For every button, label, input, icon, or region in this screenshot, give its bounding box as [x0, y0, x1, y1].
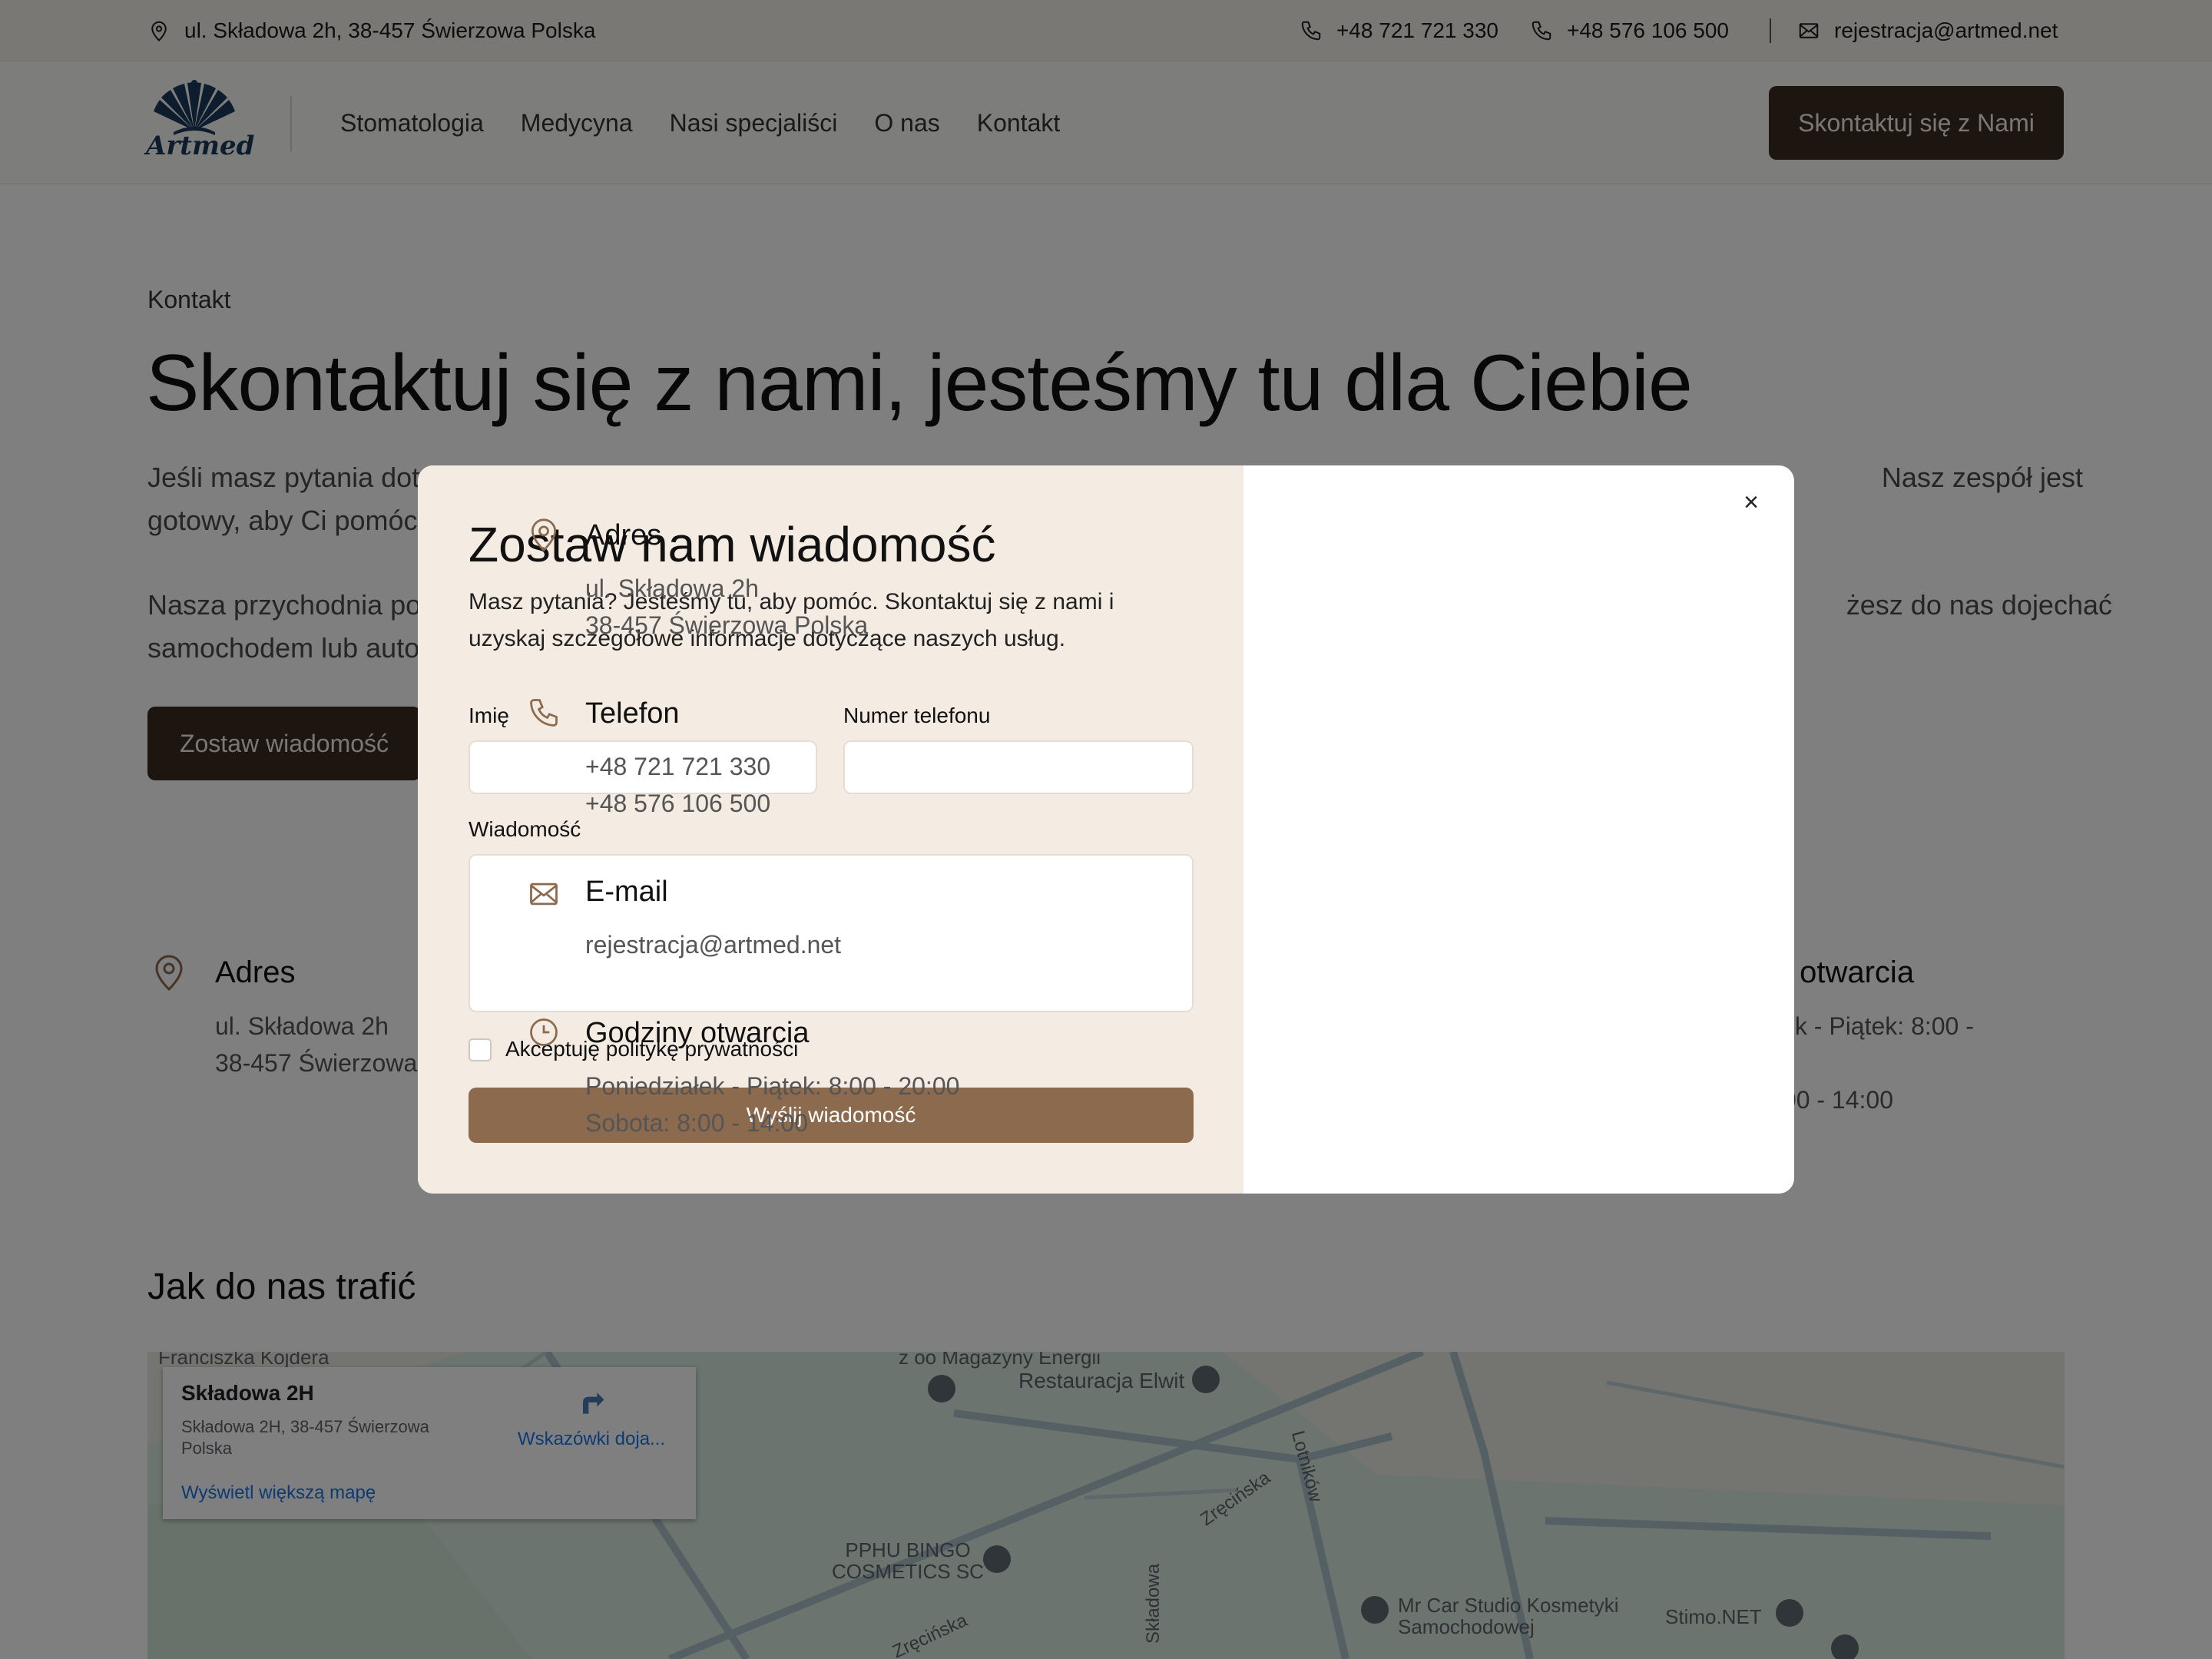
close-icon[interactable]: ×	[1739, 488, 1763, 517]
modal-phone1[interactable]: +48 721 721 330	[585, 748, 770, 785]
modal-address-text: ul. Składowa 2h 38-457 Świerzowa Polska	[585, 570, 868, 644]
modal-phone2[interactable]: +48 576 106 500	[585, 785, 770, 822]
modal-hours-heading: Godziny otwarcia	[585, 1017, 810, 1049]
modal-address-line2: 38-457 Świerzowa Polska	[585, 611, 869, 639]
modal-email[interactable]: rejestracja@artmed.net	[585, 926, 841, 963]
contact-modal: Zostaw nam wiadomość Masz pytania? Jeste…	[418, 465, 1794, 1194]
message-label: Wiadomość	[469, 817, 581, 841]
modal-hours-text: Poniedziałek - Piątek: 8:00 - 20:00 Sobo…	[585, 1068, 959, 1141]
clock-icon	[530, 1018, 558, 1046]
mail-icon	[530, 882, 558, 906]
name-label: Imię	[469, 704, 509, 727]
modal-hours-line1: Poniedziałek - Piątek: 8:00 - 20:00	[585, 1072, 960, 1100]
phone-label: Numer telefonu	[843, 704, 991, 727]
map-pin-icon	[531, 518, 557, 552]
modal-email-heading: E-mail	[585, 876, 668, 908]
modal-phone-heading: Telefon	[585, 697, 680, 730]
modal-address-heading: Adres	[585, 519, 662, 551]
phone-input[interactable]	[843, 740, 1194, 794]
modal-phone-text: +48 721 721 330 +48 576 106 500	[585, 748, 770, 822]
modal-address-line1: ul. Składowa 2h	[585, 575, 759, 602]
privacy-checkbox[interactable]	[469, 1038, 492, 1061]
modal-hours-line2: Sobota: 8:00 - 14:00	[585, 1109, 808, 1137]
phone-icon	[530, 699, 558, 727]
